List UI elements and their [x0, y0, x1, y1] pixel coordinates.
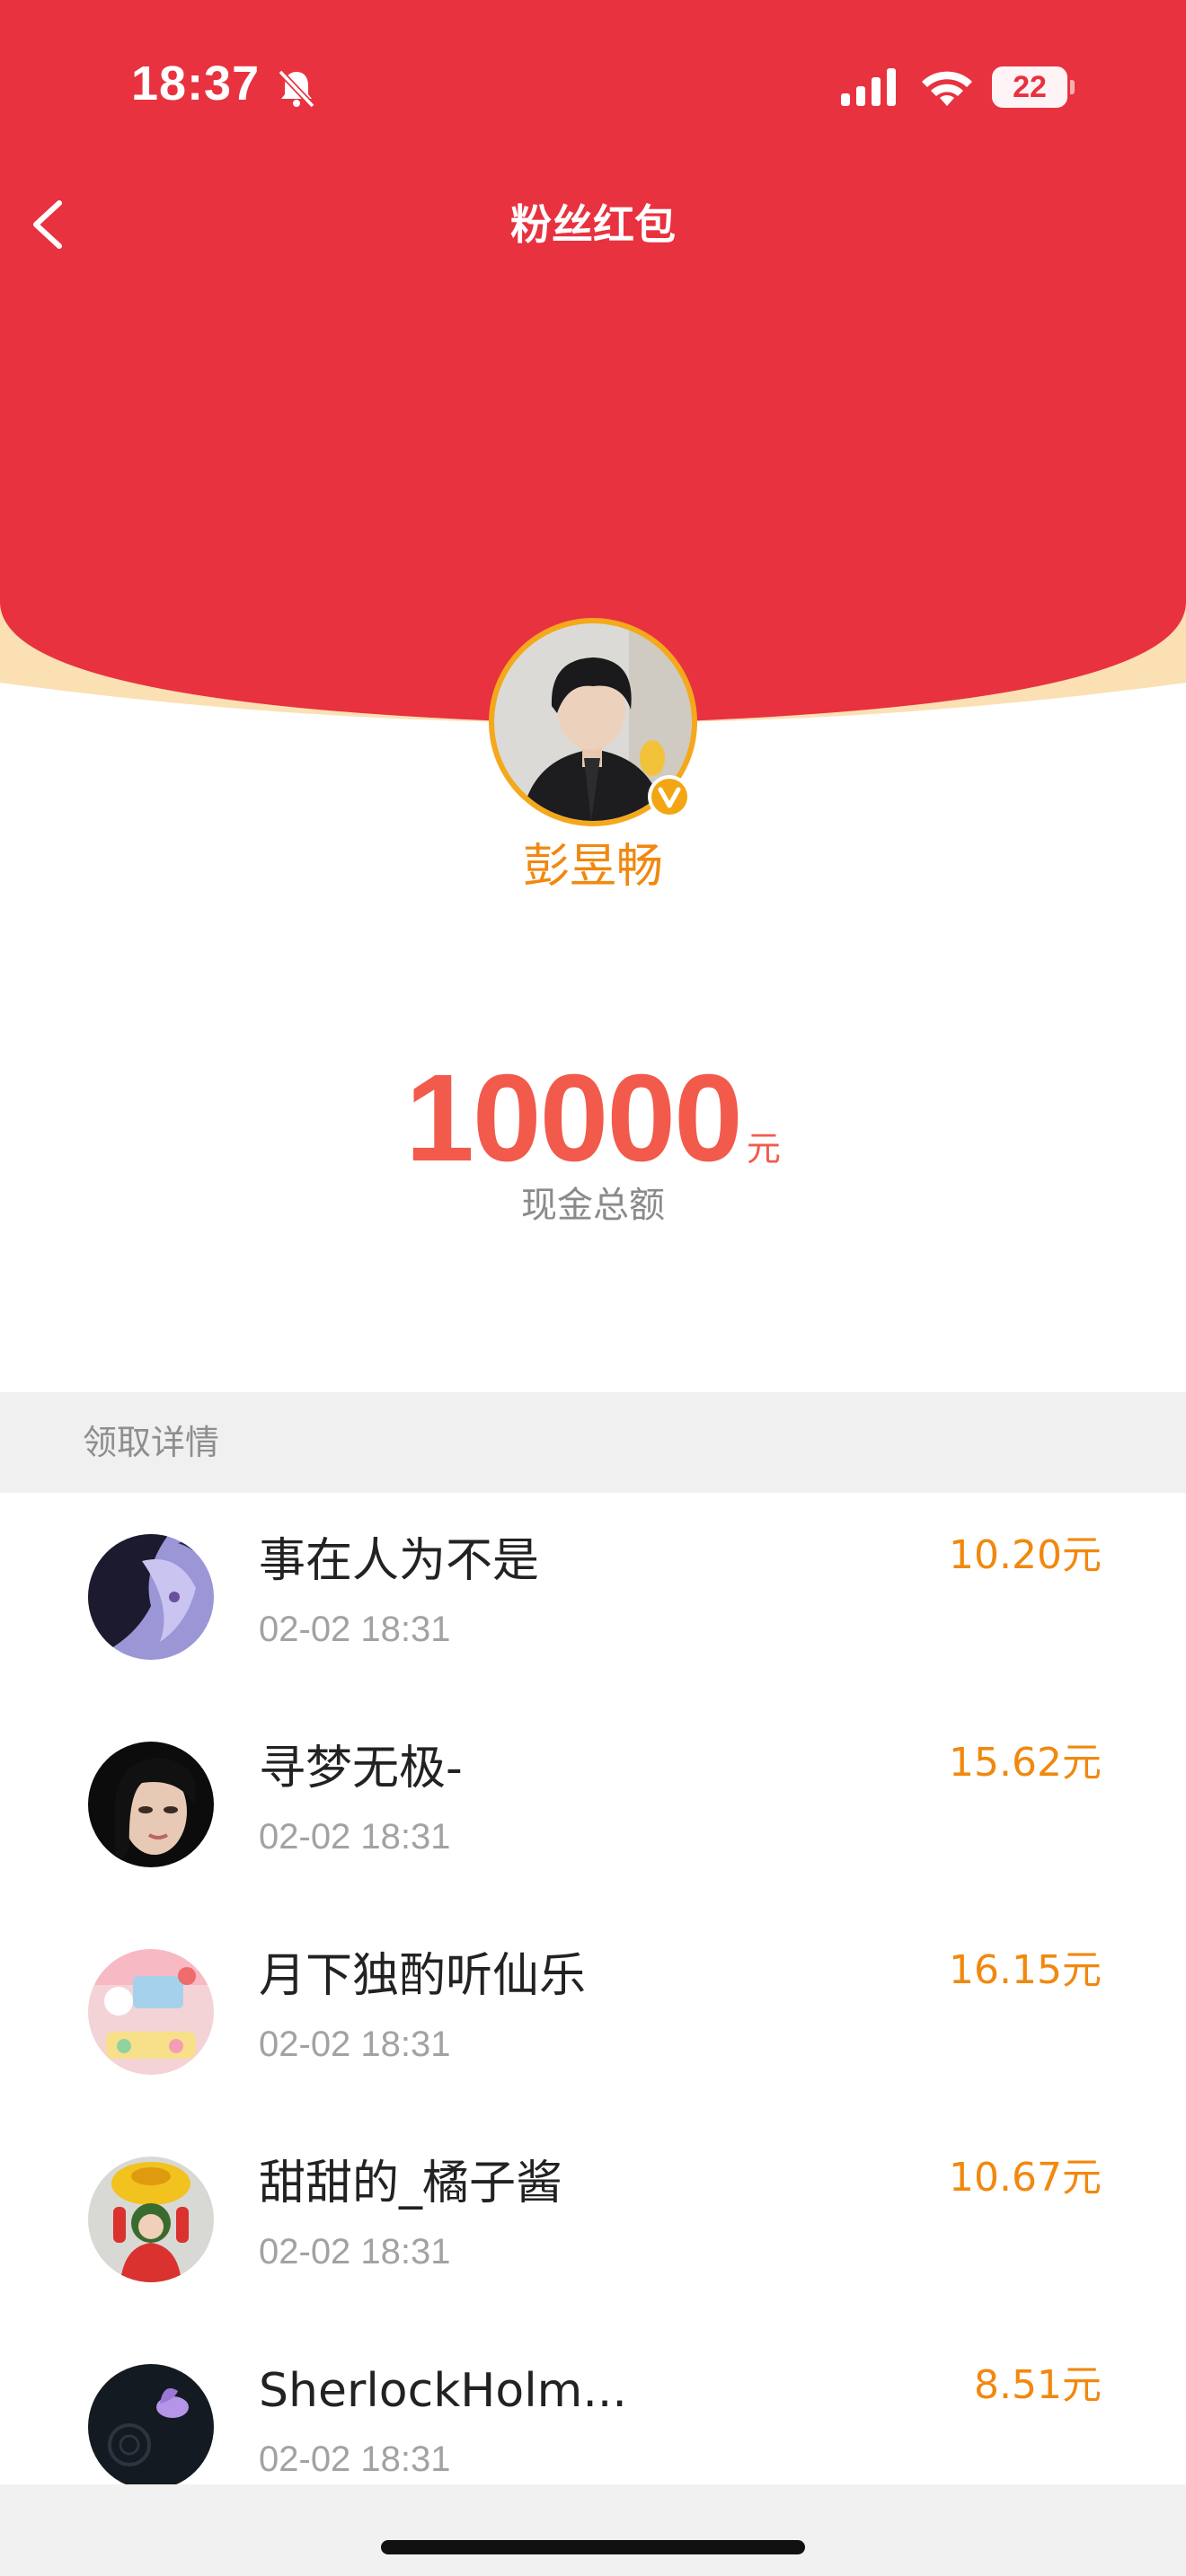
- claim-time: 02-02 18:31: [259, 2439, 451, 2479]
- chevron-left-icon[interactable]: [23, 196, 74, 253]
- claimer-avatar[interactable]: [88, 2157, 214, 2282]
- list-item[interactable]: 寻梦无极- 02-02 18:31 15.62元: [0, 1700, 1186, 1908]
- wifi-icon: [922, 71, 972, 106]
- claimer-avatar[interactable]: [88, 1949, 214, 2075]
- claimer-name: 寻梦无极-: [259, 1742, 463, 1795]
- page-title: 粉丝红包: [510, 200, 676, 249]
- claim-amount: 10.67元: [949, 2155, 1102, 2201]
- total-amount-unit: 元: [746, 1129, 781, 1169]
- claim-amount: 8.51元: [974, 2362, 1102, 2408]
- total-amount-label: 现金总额: [521, 1185, 665, 1226]
- claim-amount: 10.20元: [949, 1532, 1102, 1578]
- sender-name[interactable]: 彭昱畅: [323, 835, 863, 898]
- claimer-avatar-image: [88, 1742, 214, 1867]
- details-section-title: 领取详情: [83, 1423, 220, 1462]
- claim-amount: 16.15元: [949, 1947, 1102, 1993]
- battery-tip: [1070, 80, 1075, 94]
- claim-amount: 15.62元: [949, 1740, 1102, 1786]
- home-indicator[interactable]: [381, 2540, 805, 2554]
- claim-time: 02-02 18:31: [259, 2025, 451, 2064]
- claimer-name: 甜甜的_橘子酱: [259, 2157, 563, 2210]
- total-amount-value: 10000: [405, 1049, 743, 1187]
- claimer-avatar-image: [88, 1534, 214, 1660]
- status-time: 18:37: [131, 57, 261, 110]
- claim-time: 02-02 18:31: [259, 1817, 451, 1857]
- claimer-avatar[interactable]: [88, 1534, 214, 1660]
- claimer-name: 事在人为不是: [259, 1534, 540, 1588]
- list-item[interactable]: 事在人为不是 02-02 18:31 10.20元: [0, 1493, 1186, 1700]
- claimer-avatar[interactable]: [88, 2364, 214, 2490]
- verified-v-icon: [648, 775, 691, 818]
- status-bar: 18:37 22: [0, 0, 1186, 171]
- total-amount: 10000 元: [323, 1051, 863, 1186]
- claimer-avatar-image: [88, 2364, 214, 2490]
- battery-icon: 22: [992, 66, 1075, 108]
- claimer-avatar-image: [88, 2157, 214, 2282]
- claim-time: 02-02 18:31: [259, 1610, 451, 1649]
- list-item[interactable]: 甜甜的_橘子酱 02-02 18:31 10.67元: [0, 2115, 1186, 2323]
- cellular-signal-icon: [841, 68, 896, 106]
- battery-level: 22: [1013, 70, 1047, 104]
- bottom-bar: [0, 2484, 1186, 2576]
- claimer-avatar-image: [88, 1949, 214, 2075]
- claim-time: 02-02 18:31: [259, 2232, 451, 2272]
- mute-bell-icon: [278, 69, 315, 109]
- claimer-avatar[interactable]: [88, 1742, 214, 1867]
- list-item[interactable]: 月下独酌听仙乐 02-02 18:31 16.15元: [0, 1908, 1186, 2115]
- claimer-name: 月下独酌听仙乐: [259, 1949, 587, 2003]
- claimer-name: SherlockHolm...: [259, 2364, 627, 2418]
- details-section-header: 领取详情: [0, 1392, 1186, 1493]
